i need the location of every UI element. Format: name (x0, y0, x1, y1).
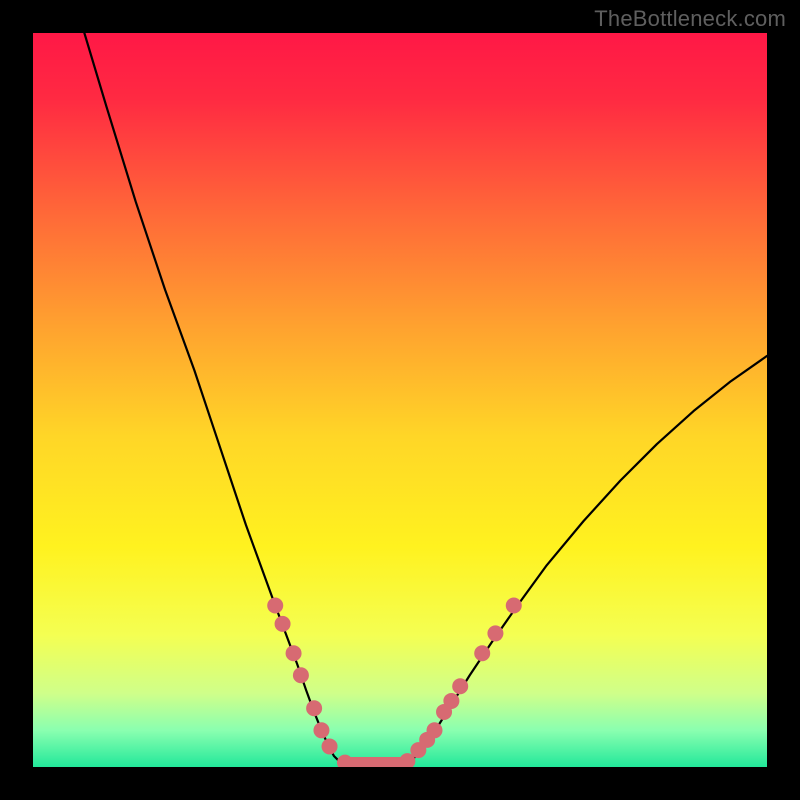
marker-left-6 (322, 738, 338, 754)
gradient-background (33, 33, 767, 767)
marker-right-8 (506, 598, 522, 614)
watermark-text: TheBottleneck.com (594, 6, 786, 32)
chart-svg (33, 33, 767, 767)
marker-left-4 (306, 700, 322, 716)
chart-container: TheBottleneck.com (0, 0, 800, 800)
marker-right-4 (443, 693, 459, 709)
marker-left-5 (313, 722, 329, 738)
marker-left-1 (275, 616, 291, 632)
marker-right-5 (452, 678, 468, 694)
marker-right-7 (487, 625, 503, 641)
marker-right-2 (427, 722, 443, 738)
marker-left-3 (293, 667, 309, 683)
marker-right-6 (474, 645, 490, 661)
marker-left-2 (286, 645, 302, 661)
plot-area (33, 33, 767, 767)
marker-left-0 (267, 598, 283, 614)
